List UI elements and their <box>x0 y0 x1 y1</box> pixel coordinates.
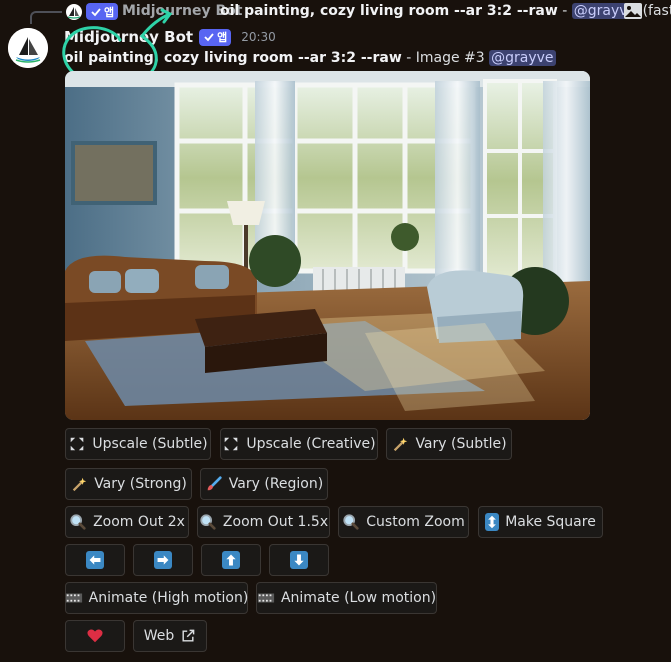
app-tag: 앱 <box>217 31 228 44</box>
reply-trailing: (fast, ste... <box>642 3 671 19</box>
vary-subtle-button[interactable]: Vary (Subtle) <box>386 428 512 460</box>
upscale-creative-button[interactable]: Upscale (Creative) <box>220 428 378 460</box>
custom-zoom-button[interactable]: Custom Zoom <box>338 506 469 538</box>
zoom-out-1-5x-label: Zoom Out 1.5x <box>222 514 329 530</box>
check-icon <box>204 33 214 42</box>
make-square-label: Make Square <box>505 514 596 530</box>
message-mention[interactable]: @grayve <box>489 50 556 66</box>
magnifier-icon <box>342 512 360 532</box>
reply-text[interactable]: oil painting, cozy living room --ar 3:2 … <box>220 3 671 19</box>
upscale-subtle-label: Upscale (Subtle) <box>92 436 208 452</box>
message-header: Midjourney Bot 앱 20:30 <box>64 27 276 47</box>
reply-app-badge: 앱 <box>86 3 119 20</box>
sailboat-logo <box>8 28 48 68</box>
reply-app-tag: 앱 <box>104 5 115 19</box>
favorite-button[interactable] <box>65 620 125 652</box>
custom-zoom-label: Custom Zoom <box>366 514 465 530</box>
reply-separator: - <box>557 3 572 19</box>
magic-wand-icon <box>70 474 88 494</box>
arrow-down-icon <box>290 551 308 569</box>
expand-icon <box>222 434 240 454</box>
pan-down-button[interactable] <box>269 544 329 576</box>
reply-connector <box>30 11 62 24</box>
film-strip-icon <box>65 588 83 608</box>
external-link-icon <box>180 626 196 646</box>
zoom-out-2x-button[interactable]: Zoom Out 2x <box>65 506 189 538</box>
pan-up-button[interactable] <box>201 544 261 576</box>
living-room-painting <box>65 71 590 420</box>
vary-subtle-label: Vary (Subtle) <box>415 436 507 452</box>
vary-region-label: Vary (Region) <box>228 476 324 492</box>
vary-region-button[interactable]: Vary (Region) <box>200 468 328 500</box>
image-label: - Image #3 <box>401 50 490 66</box>
check-icon <box>91 7 101 16</box>
upscale-subtle-button[interactable]: Upscale (Subtle) <box>65 428 211 460</box>
app-badge: 앱 <box>199 28 232 46</box>
arrow-left-icon <box>86 551 104 569</box>
timestamp[interactable]: 20:30 <box>241 30 276 44</box>
heart-icon <box>85 626 105 646</box>
generated-image[interactable] <box>65 71 590 420</box>
pan-right-button[interactable] <box>133 544 193 576</box>
pan-left-button[interactable] <box>65 544 125 576</box>
web-link-button[interactable]: Web <box>133 620 207 652</box>
arrow-up-icon <box>222 551 240 569</box>
arrow-right-icon <box>154 551 172 569</box>
message-content: oil painting, cozy living room --ar 3:2 … <box>64 48 556 68</box>
magnifier-icon <box>199 512 217 532</box>
upscale-creative-label: Upscale (Creative) <box>246 436 376 452</box>
zoom-out-1-5x-button[interactable]: Zoom Out 1.5x <box>197 506 330 538</box>
reply-prompt: oil painting, cozy living room --ar 3:2 … <box>220 3 558 19</box>
up-down-arrow-icon <box>485 513 500 531</box>
animate-high-motion-button[interactable]: Animate (High motion) <box>65 582 248 614</box>
reply-preview[interactable]: 앱 Midjourney Bot oil painting, cozy livi… <box>30 0 671 24</box>
animate-low-motion-label: Animate (Low motion) <box>280 590 437 606</box>
image-icon <box>624 3 642 19</box>
film-strip-icon <box>257 588 275 608</box>
bot-avatar[interactable] <box>8 28 48 68</box>
paintbrush-icon <box>205 474 223 494</box>
expand-icon <box>68 434 86 454</box>
magnifier-icon <box>69 512 87 532</box>
message-author[interactable]: Midjourney Bot <box>64 28 193 46</box>
message-prompt: oil painting, cozy living room --ar 3:2 … <box>64 50 402 66</box>
animate-low-motion-button[interactable]: Animate (Low motion) <box>256 582 437 614</box>
reply-avatar[interactable] <box>66 4 82 20</box>
animate-high-motion-label: Animate (High motion) <box>88 590 249 606</box>
vary-strong-label: Vary (Strong) <box>94 476 187 492</box>
magic-wand-icon <box>391 434 409 454</box>
web-label: Web <box>143 628 175 644</box>
make-square-button[interactable]: Make Square <box>478 506 603 538</box>
zoom-out-2x-label: Zoom Out 2x <box>93 514 185 530</box>
vary-strong-button[interactable]: Vary (Strong) <box>65 468 192 500</box>
